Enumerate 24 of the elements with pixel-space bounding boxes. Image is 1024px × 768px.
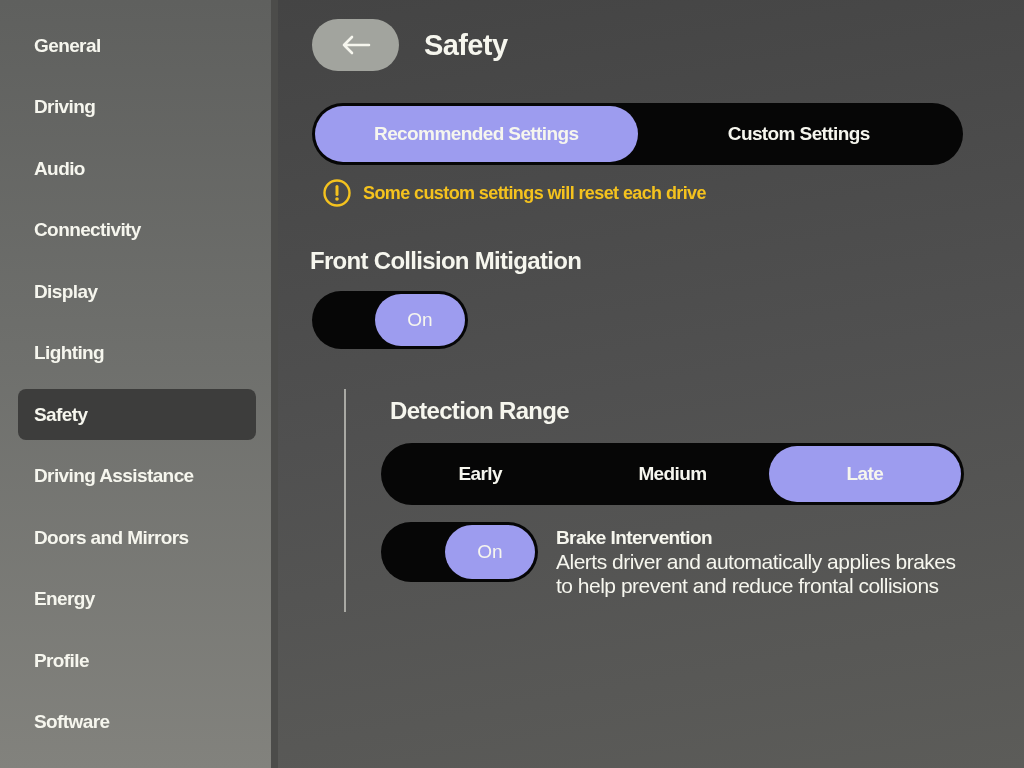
sidebar-item[interactable]: Connectivity [18, 204, 256, 256]
sidebar-item[interactable]: Driving Assistance [18, 450, 256, 502]
section-heading: Detection Range [390, 397, 569, 425]
detection-range-option[interactable]: Medium [576, 446, 769, 502]
back-arrow-icon [340, 35, 371, 55]
sidebar-item[interactable]: Audio [18, 143, 256, 194]
sidebar-item[interactable]: Software [18, 696, 256, 748]
setting-description: Alerts driver and automatically applies brakes to help prevent and reduce frontal collisions [556, 550, 957, 598]
section-heading: Front Collision Mitigation [310, 247, 582, 275]
settings-mode-tab[interactable]: Custom Settings [637, 106, 960, 162]
sidebar-item[interactable]: Profile [18, 635, 256, 686]
sidebar-item[interactable]: Driving [18, 81, 256, 133]
sidebar-item[interactable]: General [18, 20, 256, 71]
warning-text: Some custom settings will reset each drive [363, 182, 706, 204]
warning-icon [323, 179, 351, 207]
sidebar-item[interactable]: Lighting [18, 327, 256, 379]
page-title: Safety [424, 28, 508, 62]
sidebar-item[interactable]: Safety [18, 389, 256, 440]
sidebar-item[interactable]: Energy [18, 573, 256, 625]
back-button[interactable] [312, 19, 399, 71]
detection-range-option[interactable]: Early [384, 446, 577, 502]
setting-title: Brake Intervention [556, 526, 713, 550]
sidebar-item[interactable]: Display [18, 266, 256, 317]
sidebar-item[interactable]: Doors and Mirrors [18, 512, 256, 563]
